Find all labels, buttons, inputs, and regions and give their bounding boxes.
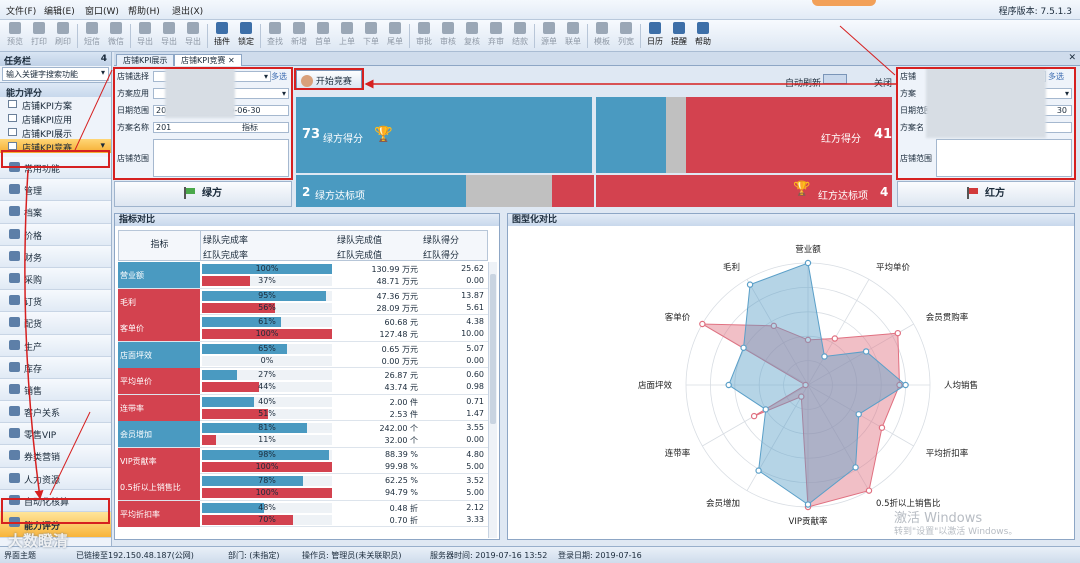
annotation-arrows [24,25,896,500]
